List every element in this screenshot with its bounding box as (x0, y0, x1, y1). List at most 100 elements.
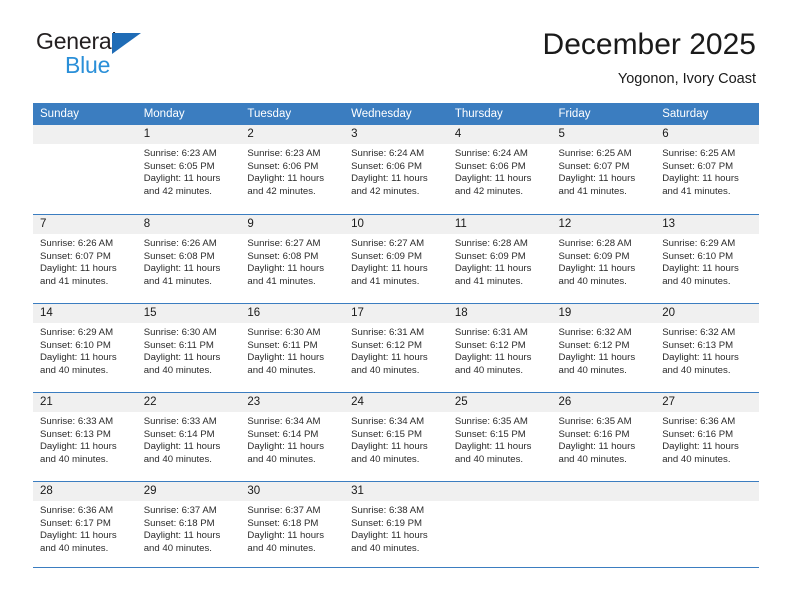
day-number: 22 (136, 393, 241, 412)
day-info-line: and 40 minutes. (662, 453, 731, 465)
day-cell-17[interactable]: 17 Sunrise: 6:31 AM Sunset: 6:12 PM Dayligh… (344, 303, 448, 392)
day-cell-23[interactable]: 23 Sunrise: 6:34 AM Sunset: 6:14 PM Dayligh… (240, 392, 345, 481)
calendar-grid: Sunday Monday Tuesday Wednesday Thursday Frid… (33, 103, 759, 570)
day-number: 16 (240, 304, 345, 323)
day-info-line: Sunset: 6:10 PM (662, 250, 734, 262)
calendar-day-cell: 8 Sunrise: 6:26 AM Sunset: 6:08 PM Daylight… (136, 214, 241, 303)
day-number: 6 (655, 125, 759, 144)
day-sun-info: Sunrise: 6:24 AM Sunset: 6:06 PM Daylight:… (344, 144, 448, 198)
day-info-line: Daylight: 11 hours (40, 530, 117, 542)
day-info-line: and 40 minutes. (40, 364, 109, 376)
day-number: 24 (344, 393, 448, 412)
day-cell-15[interactable]: 15 Sunrise: 6:30 AM Sunset: 6:11 PM Dayligh… (136, 303, 241, 392)
day-cell-31[interactable]: 31 Sunrise: 6:38 AM Sunset: 6:19 PM Dayligh… (344, 481, 448, 570)
day-info-line: Daylight: 11 hours (558, 441, 636, 453)
day-cell-30[interactable]: 30 Sunrise: 6:37 AM Sunset: 6:18 PM Dayligh… (240, 481, 345, 570)
day-number: 5 (551, 125, 656, 144)
day-cell-22[interactable]: 22 Sunrise: 6:33 AM Sunset: 6:14 PM Dayligh… (136, 392, 241, 481)
calendar-bottom-rule (33, 567, 759, 568)
day-info-line: Sunrise: 6:38 AM (351, 505, 425, 516)
day-number: 3 (344, 125, 448, 144)
calendar-day-cell: 17 Sunrise: 6:31 AM Sunset: 6:12 PM Dayligh… (344, 303, 448, 392)
day-info-line: Daylight: 11 hours (40, 263, 117, 275)
day-cell-8[interactable]: 8 Sunrise: 6:26 AM Sunset: 6:08 PM Daylight… (136, 214, 241, 303)
day-info-line: Sunrise: 6:26 AM (40, 238, 114, 249)
day-sun-info: Sunrise: 6:34 AM Sunset: 6:15 PM Daylight:… (344, 412, 448, 466)
day-cell-empty (655, 481, 759, 570)
day-number (33, 125, 137, 144)
day-cell-25[interactable]: 25 Sunrise: 6:35 AM Sunset: 6:15 PM Dayligh… (447, 392, 552, 481)
day-cell-5[interactable]: 5 Sunrise: 6:25 AM Sunset: 6:07 PM Daylight… (551, 125, 656, 214)
logo-word-blue: Blue (65, 52, 111, 78)
day-info-line: Sunrise: 6:26 AM (143, 238, 217, 249)
generalblue-logo[interactable]: General Blue (36, 30, 166, 82)
day-info-line: Daylight: 11 hours (247, 173, 325, 185)
day-cell-20[interactable]: 20 Sunrise: 6:32 AM Sunset: 6:13 PM Dayligh… (655, 303, 759, 392)
day-cell-4[interactable]: 4 Sunrise: 6:24 AM Sunset: 6:06 PM Daylight… (447, 125, 552, 214)
day-cell-26[interactable]: 26 Sunrise: 6:35 AM Sunset: 6:16 PM Dayligh… (551, 392, 656, 481)
day-sun-info: Sunrise: 6:31 AM Sunset: 6:12 PM Daylight:… (344, 323, 448, 377)
day-info-line: and 40 minutes. (558, 453, 627, 465)
day-info-line: Daylight: 11 hours (351, 173, 428, 185)
day-info-line: and 40 minutes. (558, 275, 627, 287)
day-info-line: Daylight: 11 hours (40, 352, 117, 364)
day-info-line: Sunset: 6:14 PM (247, 428, 319, 440)
day-sun-info: Sunrise: 6:28 AM Sunset: 6:09 PM Daylight:… (448, 234, 552, 288)
day-cell-3[interactable]: 3 Sunrise: 6:24 AM Sunset: 6:06 PM Daylight… (344, 125, 448, 214)
day-cell-18[interactable]: 18 Sunrise: 6:31 AM Sunset: 6:12 PM Dayligh… (447, 303, 552, 392)
day-info-line: Sunset: 6:11 PM (247, 339, 318, 351)
calendar-day-cell: 5 Sunrise: 6:25 AM Sunset: 6:07 PM Daylight… (551, 125, 656, 214)
day-cell-12[interactable]: 12 Sunrise: 6:28 AM Sunset: 6:09 PM Dayligh… (551, 214, 656, 303)
day-info-line: Sunset: 6:17 PM (40, 517, 111, 529)
day-sun-info: Sunrise: 6:32 AM Sunset: 6:13 PM Daylight:… (655, 323, 759, 377)
day-info-line: Sunrise: 6:27 AM (247, 238, 321, 249)
day-info-line: Sunrise: 6:24 AM (454, 148, 528, 159)
day-cell-10[interactable]: 10 Sunrise: 6:27 AM Sunset: 6:09 PM Dayligh… (344, 214, 448, 303)
calendar-day-cell (33, 125, 137, 214)
calendar-week-row: 14 Sunrise: 6:29 AM Sunset: 6:10 PM Dayligh… (33, 303, 759, 392)
calendar-week-row: 1 Sunrise: 6:23 AM Sunset: 6:05 PM Daylight… (33, 125, 759, 214)
day-sun-info: Sunrise: 6:36 AM Sunset: 6:16 PM Daylight:… (655, 412, 759, 466)
day-cell-28[interactable]: 28 Sunrise: 6:36 AM Sunset: 6:17 PM Dayligh… (33, 481, 137, 570)
day-sun-info: Sunrise: 6:26 AM Sunset: 6:08 PM Daylight:… (137, 234, 241, 288)
day-cell-27[interactable]: 27 Sunrise: 6:36 AM Sunset: 6:16 PM Dayligh… (655, 392, 759, 481)
day-sun-info: Sunrise: 6:29 AM Sunset: 6:10 PM Daylight:… (655, 234, 759, 288)
calendar-day-cell: 16 Sunrise: 6:30 AM Sunset: 6:11 PM Dayligh… (240, 303, 345, 392)
day-cell-2[interactable]: 2 Sunrise: 6:23 AM Sunset: 6:06 PM Daylight… (240, 125, 345, 214)
day-info-line: Daylight: 11 hours (558, 173, 636, 185)
day-info-line: Sunset: 6:15 PM (351, 428, 423, 440)
day-info-line: Sunset: 6:06 PM (454, 160, 526, 172)
day-cell-9[interactable]: 9 Sunrise: 6:27 AM Sunset: 6:08 PM Daylight… (240, 214, 345, 303)
day-number: 30 (240, 482, 345, 501)
day-cell-19[interactable]: 19 Sunrise: 6:32 AM Sunset: 6:12 PM Dayligh… (551, 303, 656, 392)
day-sun-info: Sunrise: 6:38 AM Sunset: 6:19 PM Daylight:… (344, 501, 448, 555)
day-cell-empty (33, 125, 137, 214)
day-info-line: Daylight: 11 hours (143, 173, 221, 185)
day-info-line: Sunset: 6:05 PM (143, 160, 215, 172)
day-cell-1[interactable]: 1 Sunrise: 6:23 AM Sunset: 6:05 PM Daylight… (136, 125, 241, 214)
day-info-line: Sunrise: 6:30 AM (247, 327, 321, 338)
day-cell-7[interactable]: 7 Sunrise: 6:26 AM Sunset: 6:07 PM Daylight… (33, 214, 137, 303)
day-info-line: and 40 minutes. (247, 453, 316, 465)
day-info-line: Sunrise: 6:37 AM (247, 505, 321, 516)
day-info-line: Sunset: 6:07 PM (558, 160, 630, 172)
day-info-line: and 40 minutes. (662, 275, 731, 287)
day-cell-24[interactable]: 24 Sunrise: 6:34 AM Sunset: 6:15 PM Dayligh… (344, 392, 448, 481)
day-cell-13[interactable]: 13 Sunrise: 6:29 AM Sunset: 6:10 PM Dayligh… (655, 214, 759, 303)
day-number: 9 (240, 215, 345, 234)
day-cell-16[interactable]: 16 Sunrise: 6:30 AM Sunset: 6:11 PM Dayligh… (240, 303, 345, 392)
weekday-header-saturday: Saturday (655, 103, 759, 125)
day-cell-29[interactable]: 29 Sunrise: 6:37 AM Sunset: 6:18 PM Dayligh… (136, 481, 241, 570)
calendar-day-cell: 19 Sunrise: 6:32 AM Sunset: 6:12 PM Dayligh… (551, 303, 656, 392)
day-sun-info: Sunrise: 6:37 AM Sunset: 6:18 PM Daylight:… (240, 501, 344, 555)
day-info-line: and 40 minutes. (662, 364, 731, 376)
day-cell-11[interactable]: 11 Sunrise: 6:28 AM Sunset: 6:09 PM Dayligh… (447, 214, 552, 303)
day-sun-info: Sunrise: 6:25 AM Sunset: 6:07 PM Daylight:… (655, 144, 759, 198)
day-info-line: Sunset: 6:11 PM (143, 339, 214, 351)
day-cell-14[interactable]: 14 Sunrise: 6:29 AM Sunset: 6:10 PM Dayligh… (33, 303, 137, 392)
day-cell-21[interactable]: 21 Sunrise: 6:33 AM Sunset: 6:13 PM Dayligh… (33, 392, 137, 481)
day-cell-6[interactable]: 6 Sunrise: 6:25 AM Sunset: 6:07 PM Daylight… (655, 125, 759, 214)
day-info-line: Sunset: 6:14 PM (143, 428, 215, 440)
calendar-day-cell: 4 Sunrise: 6:24 AM Sunset: 6:06 PM Daylight… (447, 125, 552, 214)
calendar-day-cell: 6 Sunrise: 6:25 AM Sunset: 6:07 PM Daylight… (655, 125, 759, 214)
